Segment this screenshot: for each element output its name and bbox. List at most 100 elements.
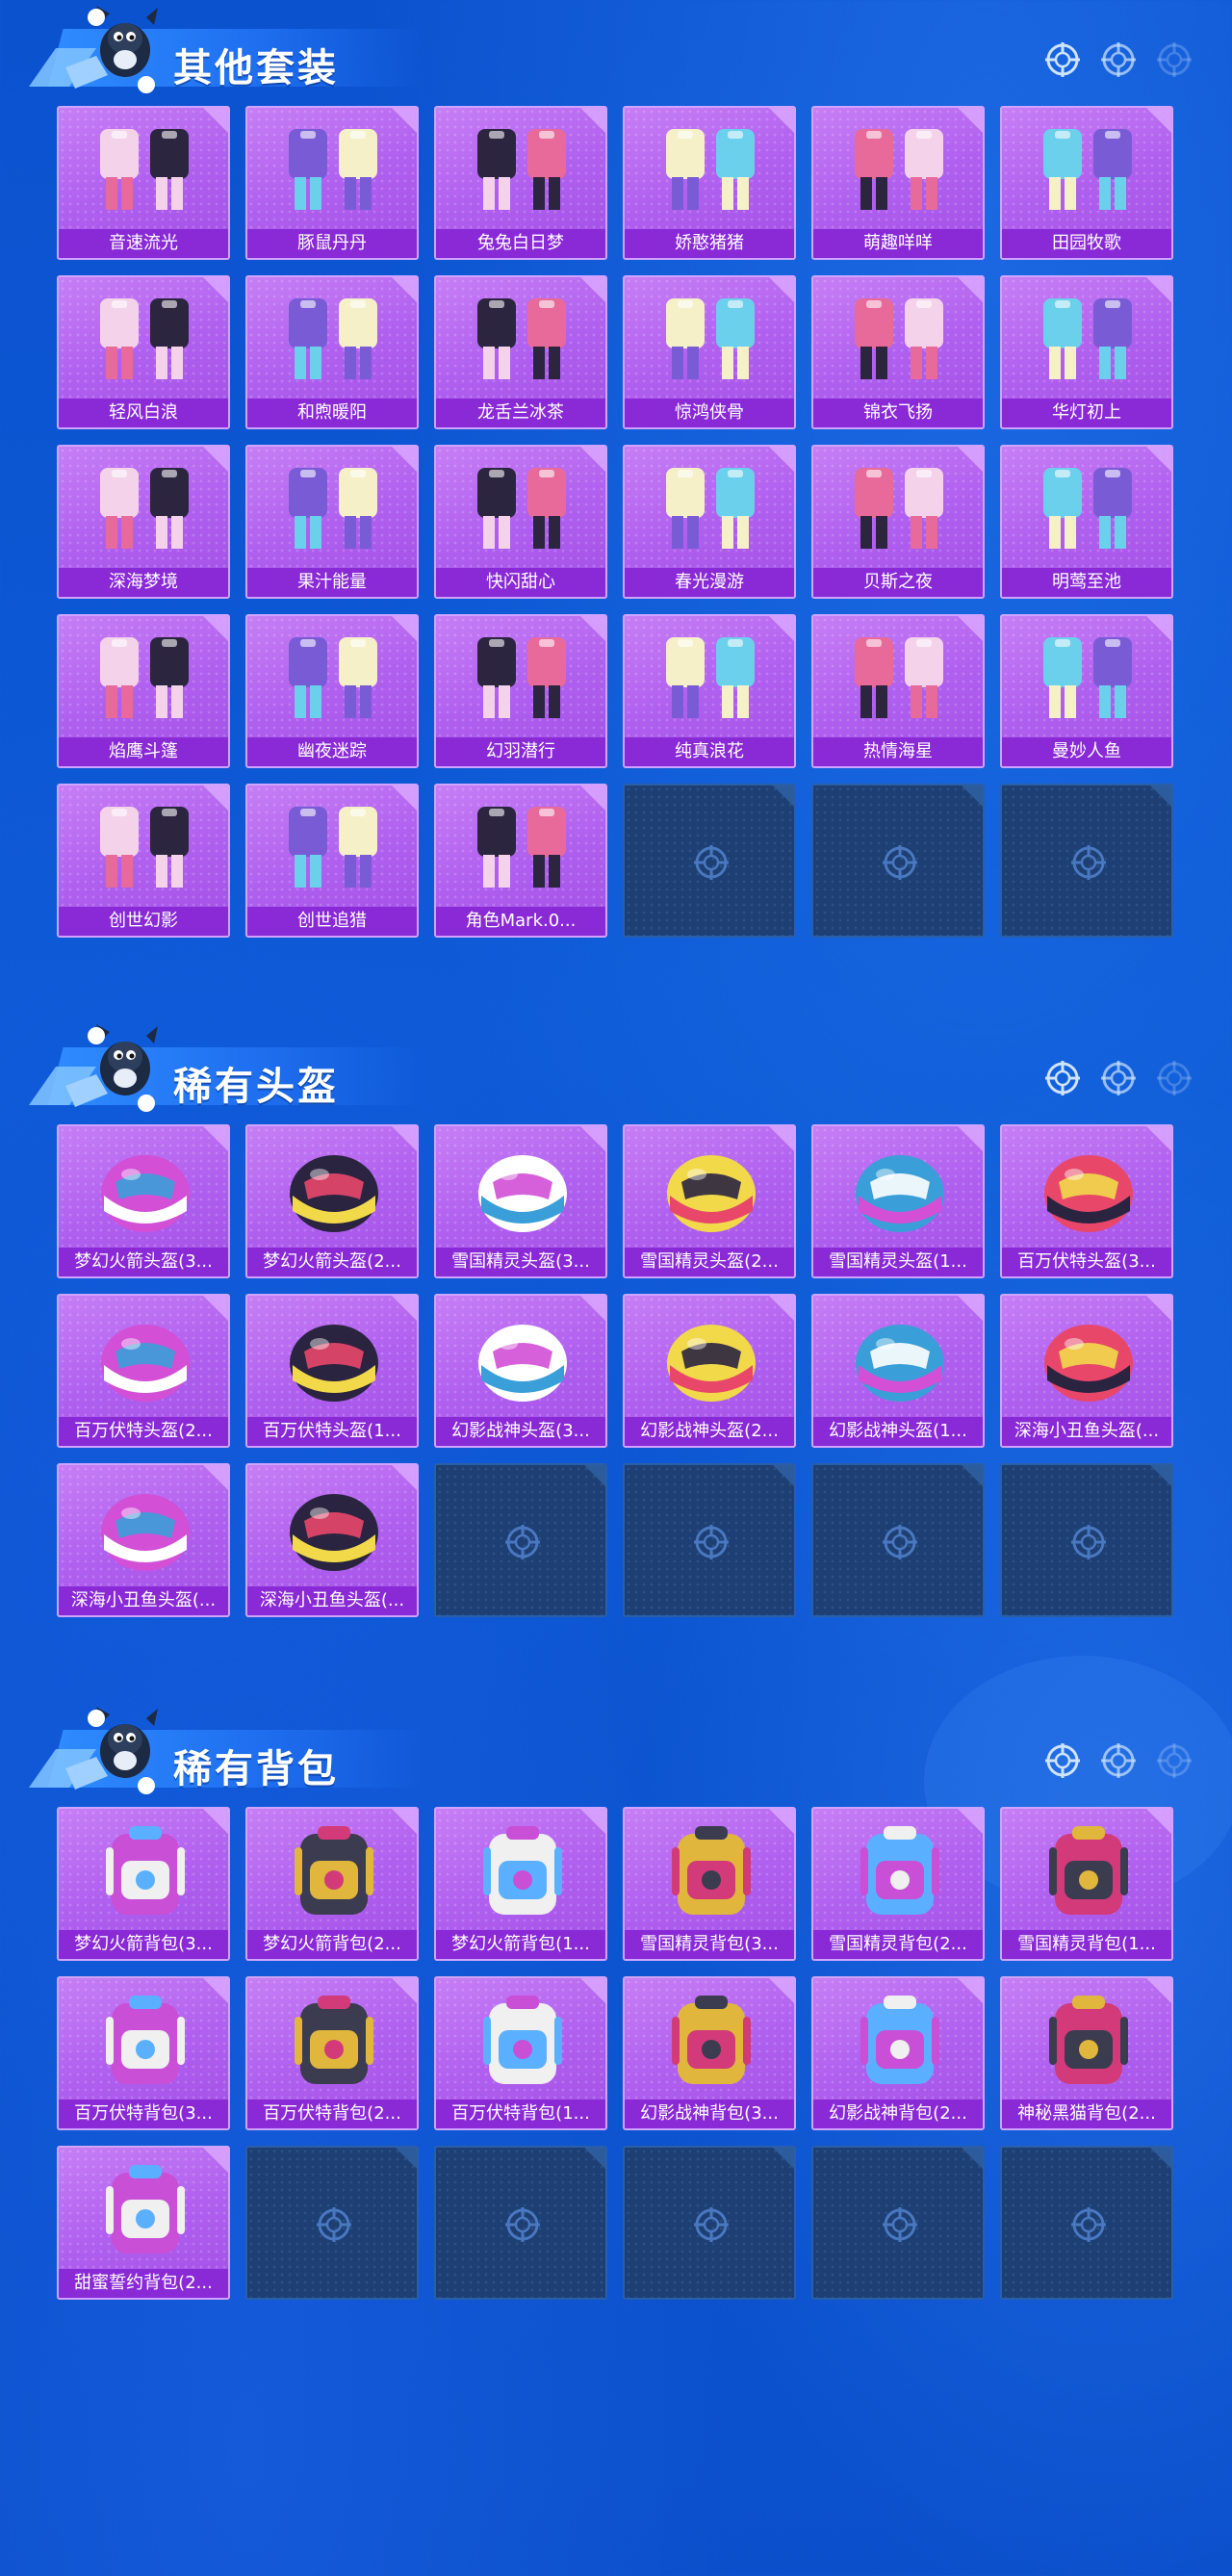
mascot-icon	[58, 0, 173, 106]
crosshair-icon	[1069, 1523, 1108, 1561]
item-card[interactable]: 雪国精灵头盔(2...	[623, 1124, 796, 1278]
item-card[interactable]: 百万伏特头盔(2...	[57, 1294, 230, 1448]
item-card[interactable]: 锦衣飞扬	[811, 275, 985, 429]
item-card[interactable]: 神秘黑猫背包(2...	[1000, 1976, 1173, 2130]
helmet-image	[83, 1136, 208, 1244]
item-card[interactable]: 幻影战神背包(3...	[623, 1976, 796, 2130]
item-card[interactable]: 百万伏特背包(3...	[57, 1976, 230, 2130]
item-card[interactable]: 贝斯之夜	[811, 445, 985, 599]
item-card[interactable]: 深海梦境	[57, 445, 230, 599]
outfit-image	[83, 795, 208, 903]
item-card[interactable]: 角色Mark.0...	[434, 784, 607, 938]
item-card[interactable]: 焰鹰斗篷	[57, 614, 230, 768]
item-card[interactable]: 萌趣咩咩	[811, 106, 985, 260]
item-name: 深海小丑鱼头盔(...	[247, 1586, 417, 1615]
item-name: 雪国精灵头盔(2...	[625, 1248, 794, 1276]
item-name: 纯真浪花	[625, 737, 794, 766]
item-card[interactable]: 兔兔白日梦	[434, 106, 607, 260]
slot-corner	[962, 2148, 983, 2169]
item-card[interactable]: 音速流光	[57, 106, 230, 260]
item-name: 甜蜜誓约背包(2...	[59, 2269, 228, 2298]
item-card[interactable]: 创世幻影	[57, 784, 230, 938]
item-card[interactable]: 深海小丑鱼头盔(...	[57, 1463, 230, 1617]
item-card[interactable]: 和煦暖阳	[245, 275, 419, 429]
item-card[interactable]: 纯真浪花	[623, 614, 796, 768]
item-card[interactable]: 雪国精灵背包(2...	[811, 1807, 985, 1961]
item-name: 神秘黑猫背包(2...	[1002, 2099, 1171, 2128]
item-card[interactable]: 春光漫游	[623, 445, 796, 599]
item-card[interactable]: 创世追猎	[245, 784, 419, 938]
item-card[interactable]: 幻羽潜行	[434, 614, 607, 768]
empty-slot	[434, 1463, 607, 1617]
helmet-image	[271, 1136, 397, 1244]
item-card[interactable]: 梦幻火箭背包(1...	[434, 1807, 607, 1961]
item-name: 百万伏特头盔(1...	[247, 1417, 417, 1446]
item-name: 春光漫游	[625, 568, 794, 597]
crosshair-icon	[1155, 40, 1194, 79]
outfit-image	[271, 117, 397, 225]
item-name: 贝斯之夜	[813, 568, 983, 597]
backpack-image	[837, 1988, 962, 2096]
item-name: 焰鹰斗篷	[59, 737, 228, 766]
item-card[interactable]: 明莺至池	[1000, 445, 1173, 599]
item-card[interactable]: 雪国精灵背包(1...	[1000, 1807, 1173, 1961]
item-card[interactable]: 百万伏特头盔(3...	[1000, 1124, 1173, 1278]
helmet-image	[649, 1305, 774, 1413]
backpack-image	[1026, 1988, 1151, 2096]
section-title: 稀有背包	[173, 1747, 339, 1791]
item-card[interactable]: 幻影战神头盔(2...	[623, 1294, 796, 1448]
helmet-image	[1026, 1136, 1151, 1244]
target-icons	[1043, 1741, 1194, 1780]
item-name: 雪国精灵背包(2...	[813, 1930, 983, 1959]
item-card[interactable]: 轻风白浪	[57, 275, 230, 429]
outfit-image	[271, 456, 397, 564]
crosshair-icon	[503, 1523, 542, 1561]
item-name: 幻影战神背包(3...	[625, 2099, 794, 2128]
item-card[interactable]: 甜蜜誓约背包(2...	[57, 2146, 230, 2300]
item-card[interactable]: 幻影战神头盔(3...	[434, 1294, 607, 1448]
item-card[interactable]: 幻影战神头盔(1...	[811, 1294, 985, 1448]
item-card[interactable]: 田园牧歌	[1000, 106, 1173, 260]
item-card[interactable]: 娇憨猪猪	[623, 106, 796, 260]
item-card[interactable]: 龙舌兰冰茶	[434, 275, 607, 429]
item-name: 梦幻火箭头盔(3...	[59, 1248, 228, 1276]
item-card[interactable]: 雪国精灵头盔(1...	[811, 1124, 985, 1278]
item-card[interactable]: 百万伏特背包(2...	[245, 1976, 419, 2130]
item-card[interactable]: 雪国精灵背包(3...	[623, 1807, 796, 1961]
item-name: 锦衣飞扬	[813, 399, 983, 427]
section-header: 稀有背包	[29, 1701, 1203, 1807]
item-name: 轻风白浪	[59, 399, 228, 427]
item-card[interactable]: 果汁能量	[245, 445, 419, 599]
crosshair-icon	[1043, 40, 1082, 79]
item-name: 果汁能量	[247, 568, 417, 597]
item-card[interactable]: 曼妙人鱼	[1000, 614, 1173, 768]
outfit-image	[83, 626, 208, 734]
item-name: 华灯初上	[1002, 399, 1171, 427]
empty-slot	[1000, 1463, 1173, 1617]
outfit-image	[83, 287, 208, 395]
crosshair-icon	[1155, 1741, 1194, 1780]
crosshair-icon	[1155, 1059, 1194, 1097]
item-card[interactable]: 惊鸿侠骨	[623, 275, 796, 429]
item-card[interactable]: 深海小丑鱼头盔(...	[245, 1463, 419, 1617]
crosshair-icon	[315, 2205, 353, 2244]
item-card[interactable]: 深海小丑鱼头盔(...	[1000, 1294, 1173, 1448]
crosshair-icon	[1043, 1741, 1082, 1780]
helmet-image	[460, 1305, 585, 1413]
item-name: 雪国精灵背包(3...	[625, 1930, 794, 1959]
item-card[interactable]: 百万伏特头盔(1...	[245, 1294, 419, 1448]
item-card[interactable]: 幻影战神背包(2...	[811, 1976, 985, 2130]
item-card[interactable]: 梦幻火箭背包(3...	[57, 1807, 230, 1961]
item-card[interactable]: 华灯初上	[1000, 275, 1173, 429]
item-card[interactable]: 百万伏特背包(1...	[434, 1976, 607, 2130]
item-card[interactable]: 幽夜迷踪	[245, 614, 419, 768]
item-card[interactable]: 豚鼠丹丹	[245, 106, 419, 260]
backpack-image	[460, 1818, 585, 1926]
item-card[interactable]: 梦幻火箭背包(2...	[245, 1807, 419, 1961]
item-card[interactable]: 快闪甜心	[434, 445, 607, 599]
item-card[interactable]: 梦幻火箭头盔(2...	[245, 1124, 419, 1278]
item-card[interactable]: 雪国精灵头盔(3...	[434, 1124, 607, 1278]
item-card[interactable]: 梦幻火箭头盔(3...	[57, 1124, 230, 1278]
helmet-image	[649, 1136, 774, 1244]
item-card[interactable]: 热情海星	[811, 614, 985, 768]
